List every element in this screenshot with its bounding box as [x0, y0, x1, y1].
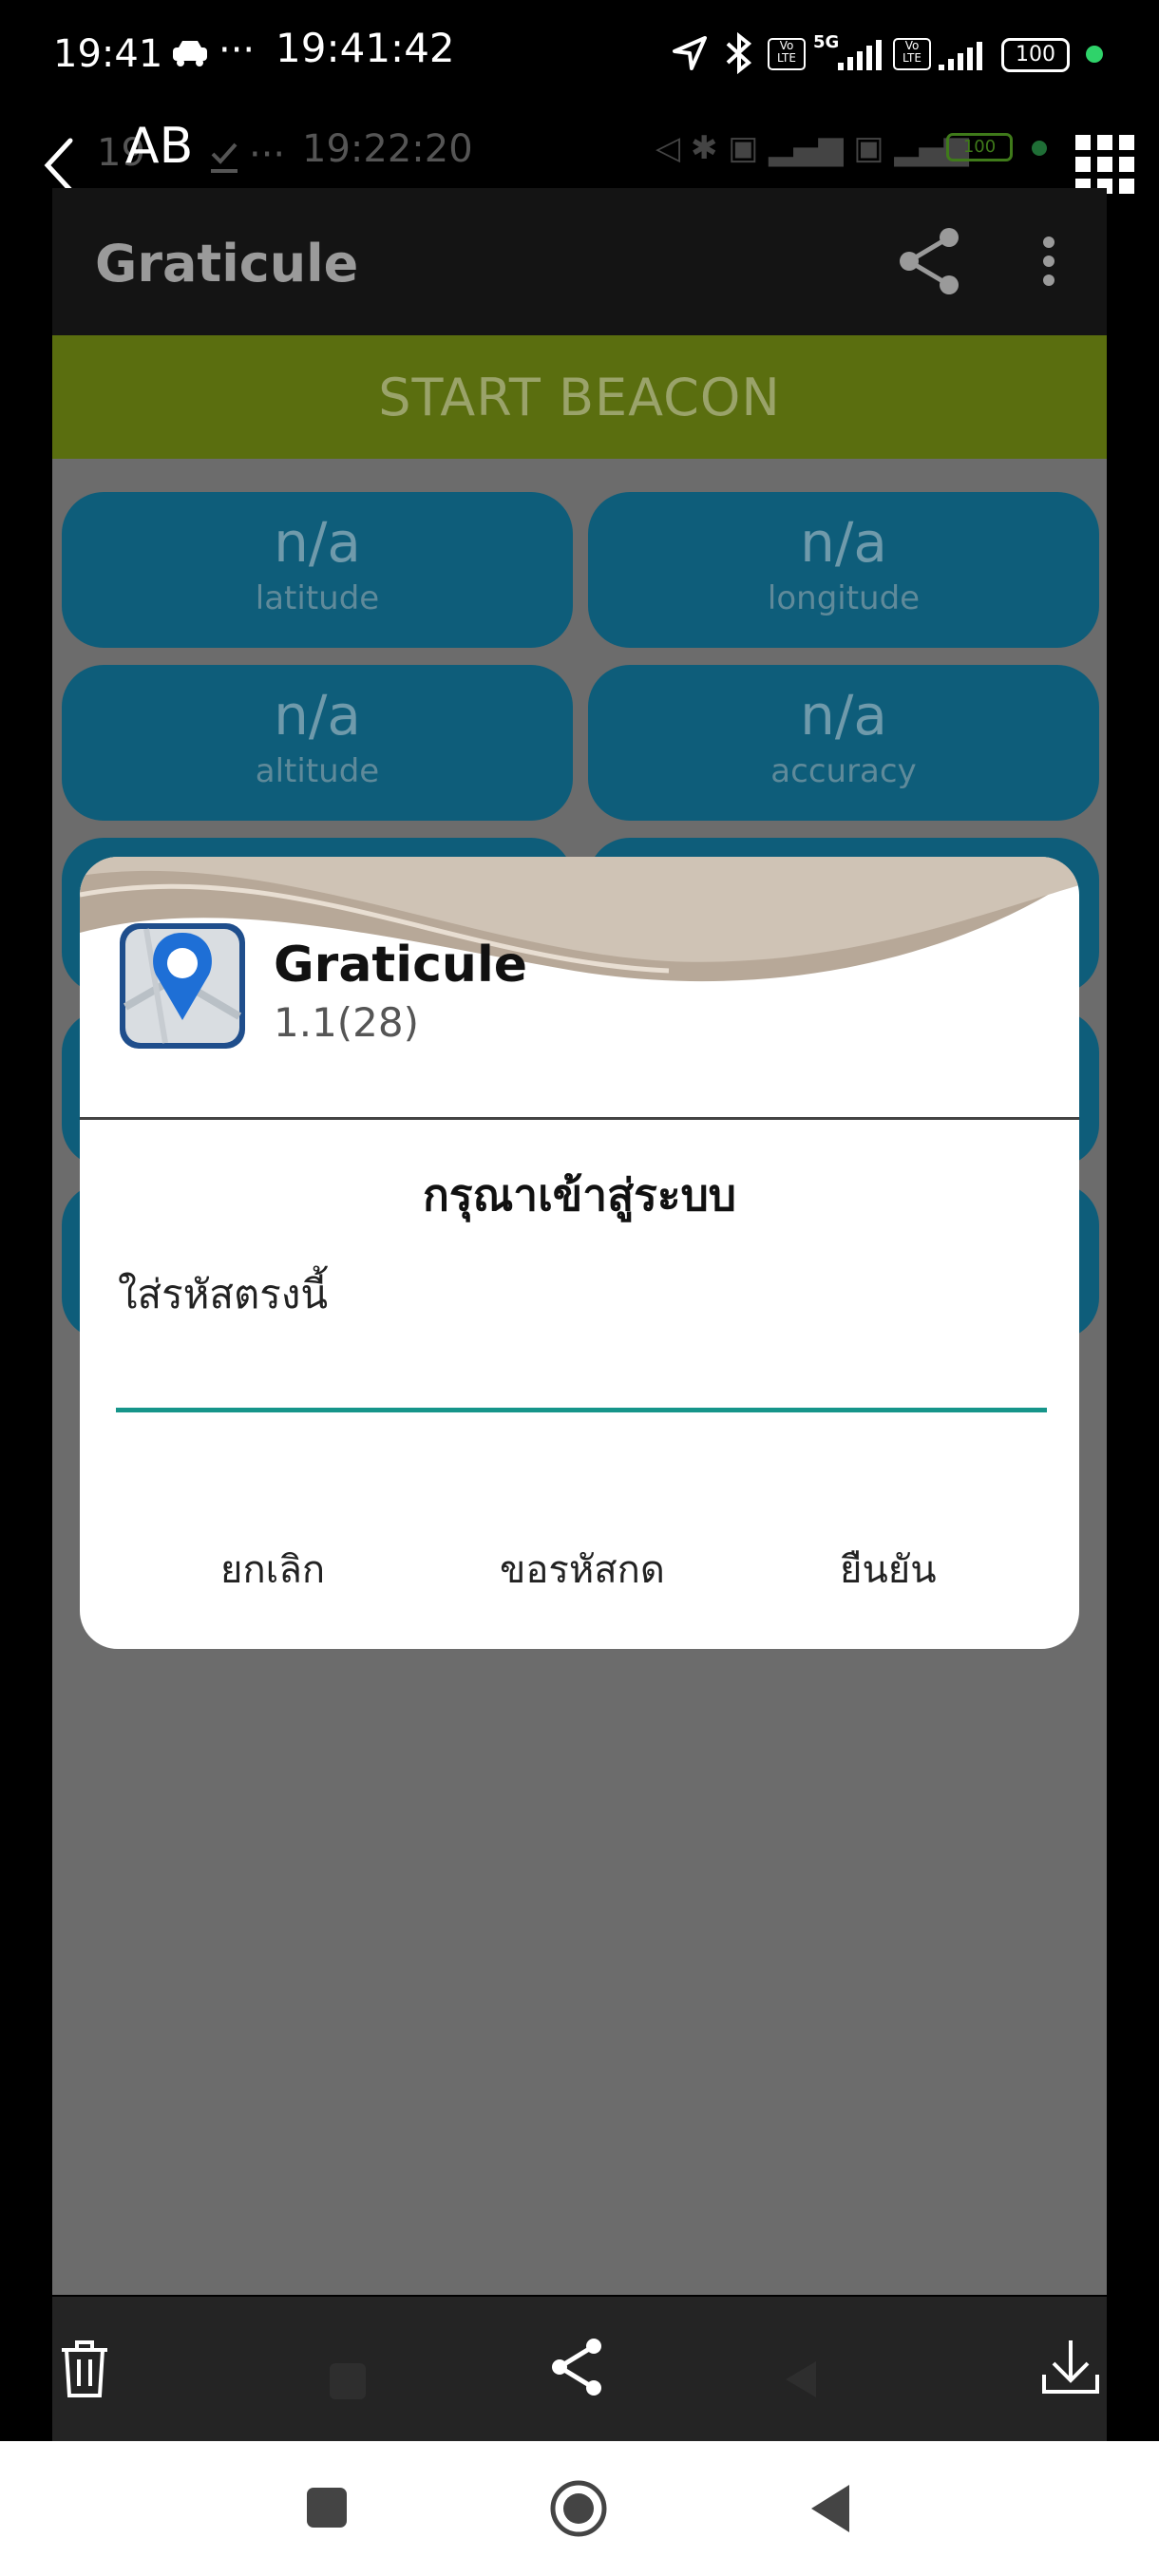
dialog-app-name: Graticule: [274, 937, 528, 994]
confirm-button[interactable]: ยืนยัน: [840, 1539, 937, 1600]
faint-back-icon: [786, 2361, 816, 2397]
back-icon[interactable]: [42, 137, 76, 194]
app-bar: Graticule: [52, 188, 1107, 335]
status-time: 19:41: [53, 32, 163, 76]
car-icon: [173, 41, 207, 66]
privacy-dot: [1086, 46, 1103, 63]
tile-label: longitude: [767, 578, 921, 617]
status-bar: 19:41 ··· 19:41:42 Vo LTE 5G Vo LTE 100: [0, 0, 1159, 104]
bluetooth-icon: [726, 32, 752, 74]
accuracy-tile: n/a accuracy: [588, 665, 1099, 821]
altitude-tile: n/a altitude: [62, 665, 573, 821]
tile-value: n/a: [800, 683, 887, 748]
dialog-prompt: ใส่รหัสตรงนี้: [118, 1271, 329, 1317]
viewer-toolbar: [52, 2297, 1107, 2441]
tile-value: n/a: [274, 683, 361, 748]
viewer-faint-time: 19:22:20: [302, 127, 473, 171]
cancel-button[interactable]: ยกเลิก: [220, 1539, 325, 1600]
navigation-bar: [0, 2441, 1159, 2576]
code-input[interactable]: [116, 1332, 1047, 1412]
faint-battery: 100: [946, 133, 1013, 161]
tile-label: accuracy: [770, 751, 917, 790]
tile-value: n/a: [800, 510, 887, 575]
delete-icon[interactable]: [58, 2339, 111, 2399]
login-dialog: Graticule 1.1(28) กรุณาเข้าสู่ระบบ ใส่รห…: [80, 857, 1079, 1649]
overflow-dots: ···: [218, 28, 256, 72]
graticule-app-icon: [120, 923, 245, 1049]
dialog-divider: [80, 1117, 1079, 1120]
dialog-title: กรุณาเข้าสู่ระบบ: [423, 1169, 736, 1221]
more-icon[interactable]: [1042, 236, 1055, 287]
tile-label: latitude: [255, 578, 380, 617]
tile-value: n/a: [274, 510, 361, 575]
back-icon[interactable]: [809, 2483, 851, 2534]
volte-icon: Vo LTE: [768, 38, 806, 70]
viewer-header: 19 AB ··· 19:22:20 ◁ ✱ ▣ ▂▄▆ ▣ ▂▄▆ 100: [0, 104, 1159, 194]
location-arrow-icon: [673, 36, 707, 70]
signal-icon-2: [939, 42, 982, 70]
dialog-app-version: 1.1(28): [274, 999, 420, 1046]
request-code-button[interactable]: ขอรหัสกด: [500, 1539, 665, 1600]
home-icon[interactable]: [549, 2479, 608, 2538]
start-beacon-button[interactable]: START BEACON: [52, 335, 1107, 459]
faint-recents-icon: [330, 2363, 366, 2399]
longitude-tile: n/a longitude: [588, 492, 1099, 648]
tile-label: altitude: [255, 751, 380, 790]
latitude-tile: n/a latitude: [62, 492, 573, 648]
recents-icon[interactable]: [307, 2488, 347, 2528]
status-clock: 19:41:42: [276, 25, 455, 71]
download-icon[interactable]: [1040, 2337, 1101, 2397]
grid-icon[interactable]: [1075, 135, 1134, 194]
share-icon[interactable]: [896, 226, 962, 296]
check-icon: [211, 142, 238, 173]
battery-level: 100: [1016, 43, 1055, 66]
faint-dot: [1032, 141, 1047, 156]
app-bar-title: Graticule: [95, 234, 359, 294]
faint-status-icons: ◁ ✱ ▣ ▂▄▆ ▣ ▂▄▆: [656, 129, 969, 167]
viewer-faint-dots: ···: [249, 133, 286, 177]
start-beacon-label: START BEACON: [378, 367, 781, 427]
signal-icon: [838, 40, 882, 70]
battery-icon: 100: [1001, 38, 1070, 72]
volte-icon-2: Vo LTE: [893, 38, 931, 70]
viewer-title: AB: [125, 118, 194, 175]
share-icon[interactable]: [548, 2337, 605, 2397]
